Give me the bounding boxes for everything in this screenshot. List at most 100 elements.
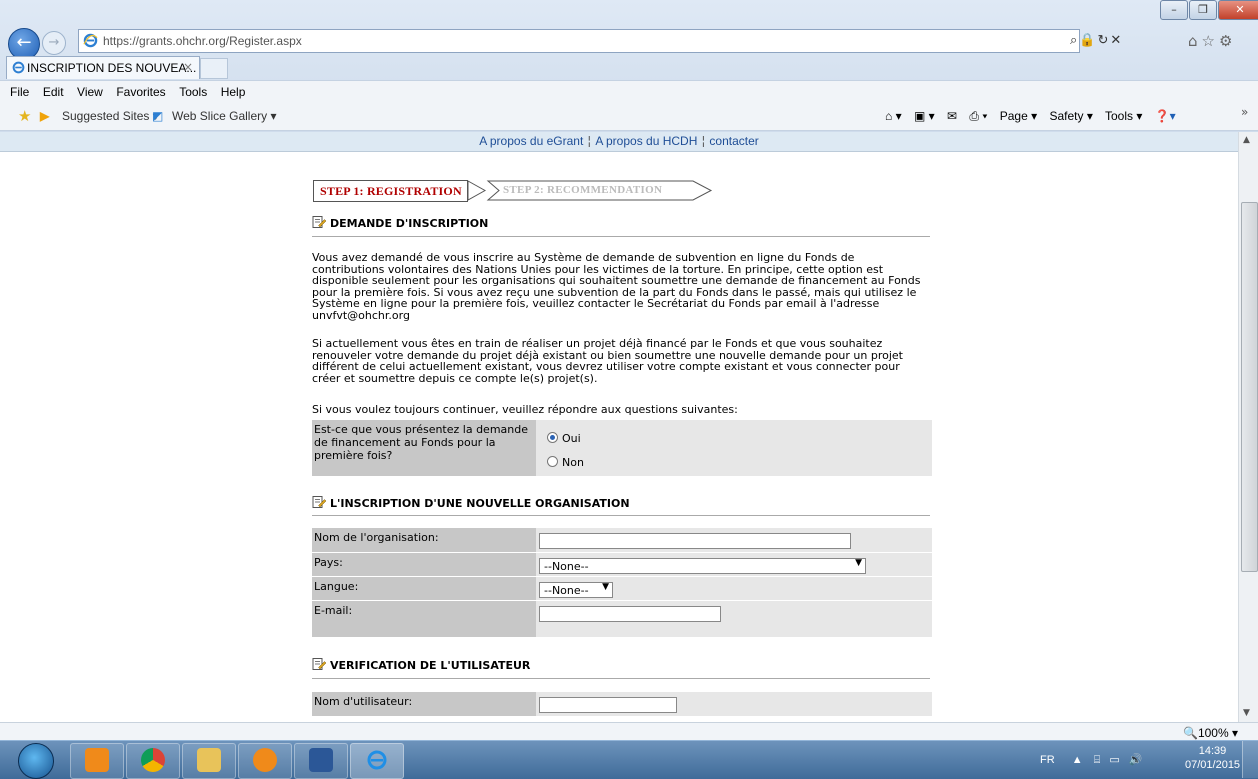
menu-bar: File Edit View Favorites Tools Help xyxy=(0,80,1258,103)
suggested-sites-link[interactable]: Suggested Sites ▾ xyxy=(62,109,159,123)
tab-row: INSCRIPTION DES NOUVEA... × xyxy=(0,56,1258,79)
username-input[interactable] xyxy=(539,697,677,713)
email-cell xyxy=(536,601,932,637)
section-verification-label: VERIFICATION DE L'UTILISATEUR xyxy=(330,659,531,672)
language-indicator[interactable]: FR xyxy=(1040,754,1055,766)
clock[interactable]: 14:39 07/01/2015 xyxy=(1185,744,1240,772)
home-icon[interactable]: ⌂ xyxy=(1188,32,1202,50)
pays-select[interactable]: --None-- ▼ xyxy=(539,558,866,574)
menu-file[interactable]: File xyxy=(10,85,29,99)
username-cell xyxy=(536,692,932,716)
intro-line: Si actuellement vous êtes en train de ré… xyxy=(312,337,883,350)
radio-oui[interactable]: Oui xyxy=(547,432,581,445)
scroll-down-icon[interactable]: ▼ xyxy=(1243,708,1250,718)
tab-close-icon[interactable]: × xyxy=(183,60,193,74)
radio-unselected-icon[interactable] xyxy=(547,456,558,467)
volume-icon[interactable]: 🔊 xyxy=(1129,754,1143,766)
network-icon[interactable]: ⌸ xyxy=(1094,754,1101,766)
lock-icon[interactable]: 🔒 xyxy=(1079,32,1097,47)
menu-edit[interactable]: Edit xyxy=(43,85,64,99)
nav-contact[interactable]: contacter xyxy=(709,134,758,148)
langue-label: Langue: xyxy=(312,577,536,600)
document-edit-icon xyxy=(312,658,327,670)
divider xyxy=(312,515,930,516)
minimize-button[interactable]: – xyxy=(1160,0,1188,20)
radio-non[interactable]: Non xyxy=(547,456,584,469)
taskbar-chrome[interactable] xyxy=(126,743,180,779)
tab-ie-icon xyxy=(12,61,25,74)
nav-about-hcdh[interactable]: A propos du HCDH xyxy=(595,134,697,148)
gear-icon[interactable]: ⚙ xyxy=(1219,32,1236,50)
menu-tools[interactable]: Tools xyxy=(179,85,207,99)
nav-about-egrant[interactable]: A propos du eGrant xyxy=(479,134,583,148)
section-organisation-title: L'INSCRIPTION D'UNE NOUVELLE ORGANISATIO… xyxy=(312,496,630,510)
search-icon[interactable]: ⌕ xyxy=(1070,32,1079,47)
page-menu[interactable]: Page ▾ xyxy=(1000,109,1037,123)
browser-chrome: ← → https://grants.ohchr.org/Register.as… xyxy=(0,0,1258,132)
section-verification-title: VERIFICATION DE L'UTILISATEUR xyxy=(312,658,530,672)
chevron-more-icon[interactable]: » xyxy=(1241,105,1248,119)
intro-paragraph-1: Vous avez demandé de vous inscrire au Sy… xyxy=(312,252,932,321)
tools-menu[interactable]: Tools ▾ xyxy=(1105,109,1142,123)
chrome-icon xyxy=(141,748,165,772)
stop-icon[interactable]: ✕ xyxy=(1110,32,1123,47)
menu-view[interactable]: View xyxy=(77,85,103,99)
status-bar: 🔍100% ▾ xyxy=(0,722,1258,741)
address-tools[interactable]: ⌕🔒↻✕ xyxy=(1070,32,1123,48)
address-bar[interactable]: https://grants.ohchr.org/Register.aspx xyxy=(78,29,1080,53)
intro-line: disponible seulement pour les organisati… xyxy=(312,274,921,287)
question-line: première fois? xyxy=(314,449,393,462)
restore-button[interactable]: ❐ xyxy=(1189,0,1217,20)
zoom-value: 100% xyxy=(1197,726,1229,740)
browser-right-icons: ⌂☆⚙ xyxy=(1188,32,1236,50)
section-organisation-label: L'INSCRIPTION D'UNE NOUVELLE ORGANISATIO… xyxy=(330,497,630,510)
favorites-star-icon[interactable]: ☆ xyxy=(1202,32,1219,50)
radio-selected-icon[interactable] xyxy=(547,432,558,443)
start-button[interactable] xyxy=(18,743,54,779)
menu-help[interactable]: Help xyxy=(221,85,246,99)
intro-line: différent de celui actuellement existant… xyxy=(312,360,900,373)
menu-favorites[interactable]: Favorites xyxy=(116,85,165,99)
feeds-icon[interactable]: ▣ ▾ xyxy=(914,109,935,123)
app-icon xyxy=(253,748,277,772)
taskbar-ie[interactable] xyxy=(350,743,404,779)
web-slice-gallery-link[interactable]: Web Slice Gallery ▾ xyxy=(172,109,277,123)
question-options xyxy=(536,420,932,476)
intro-paragraph-2: Si actuellement vous êtes en train de ré… xyxy=(312,338,932,384)
help-icon[interactable]: ❓▾ xyxy=(1155,109,1176,123)
taskbar-app[interactable] xyxy=(238,743,292,779)
email-input[interactable] xyxy=(539,606,721,622)
chevron-down-icon: ▼ xyxy=(855,558,862,568)
print-icon[interactable]: ⎙ ▾ xyxy=(969,109,987,123)
divider xyxy=(312,236,930,237)
url-text[interactable]: https://grants.ohchr.org/Register.aspx xyxy=(103,34,302,48)
nav-separator: ¦ xyxy=(587,134,592,148)
taskbar-word[interactable] xyxy=(294,743,348,779)
langue-select[interactable]: --None-- ▼ xyxy=(539,582,613,598)
close-window-button[interactable]: ✕ xyxy=(1218,0,1258,20)
new-tab-button[interactable] xyxy=(200,58,228,79)
safety-menu[interactable]: Safety ▾ xyxy=(1049,109,1092,123)
tab-title: INSCRIPTION DES NOUVEA... xyxy=(27,61,197,75)
nom-organisation-input[interactable] xyxy=(539,533,851,549)
taskbar-outlook[interactable] xyxy=(70,743,124,779)
favorites-icon[interactable]: ★ xyxy=(18,107,31,125)
tray-expand-icon[interactable]: ▲ xyxy=(1072,754,1083,766)
vertical-scrollbar[interactable]: ▲ ▼ xyxy=(1238,132,1258,722)
mail-icon[interactable]: ✉ xyxy=(947,109,957,123)
browser-tab[interactable]: INSCRIPTION DES NOUVEA... × xyxy=(6,56,200,79)
power-icon[interactable]: ▭ xyxy=(1109,754,1119,766)
zoom-level[interactable]: 🔍100% ▾ xyxy=(1183,726,1238,740)
question-line: Est-ce que vous présentez la demande xyxy=(314,423,529,436)
bing-icon: ▶ xyxy=(40,109,50,123)
question-line: de financement au Fonds pour la xyxy=(314,436,496,449)
refresh-icon[interactable]: ↻ xyxy=(1097,32,1110,47)
forward-button[interactable]: → xyxy=(42,31,66,55)
nav-separator: ¦ xyxy=(701,134,706,148)
scroll-thumb[interactable] xyxy=(1241,202,1258,572)
taskbar-explorer[interactable] xyxy=(182,743,236,779)
nom-organisation-cell xyxy=(536,528,932,552)
show-desktop-button[interactable] xyxy=(1242,741,1258,778)
scroll-up-icon[interactable]: ▲ xyxy=(1243,135,1250,145)
home-cmd-icon[interactable]: ⌂ ▾ xyxy=(885,109,902,123)
